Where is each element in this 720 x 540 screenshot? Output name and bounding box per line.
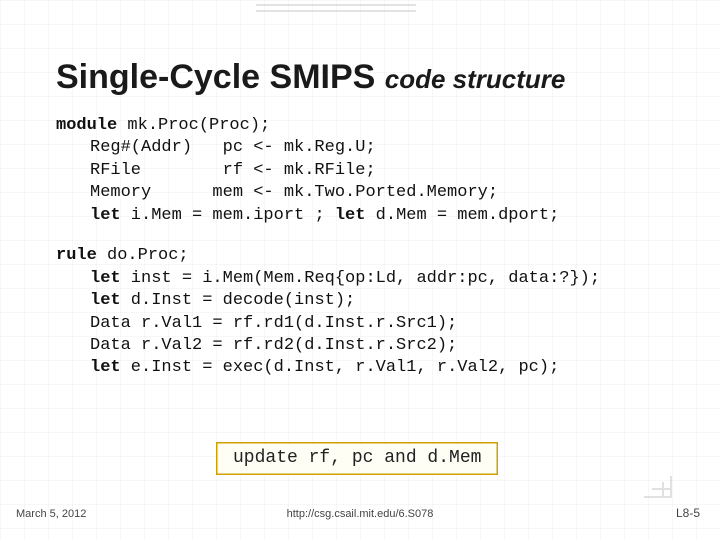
code2-l3: let d.Inst = decode(inst); <box>56 291 355 310</box>
footer-url: http://csg.csail.mit.edu/6.S078 <box>0 508 720 520</box>
code1-l5d: d.Mem = mem.dport; <box>365 206 559 225</box>
code1-l5: let i.Mem = mem.iport ; let d.Mem = mem.… <box>56 206 559 225</box>
kw-let-5: let <box>90 358 121 377</box>
code2-l2: let inst = i.Mem(Mem.Req{op:Ld, addr:pc,… <box>56 269 600 288</box>
code2-l5: Data r.Val2 = rf.rd2(d.Inst.r.Src2); <box>56 336 457 355</box>
kw-let-4: let <box>90 291 121 310</box>
title-main: Single-Cycle SMIPS <box>56 58 385 96</box>
kw-let-2: let <box>335 206 366 225</box>
code2-l2b: inst = i.Mem(Mem.Req{op:Ld, addr:pc, dat… <box>121 269 600 288</box>
annotation-box: update rf, pc and d.Mem <box>216 442 498 475</box>
code1-l1b: mk.Proc(Proc); <box>117 116 270 135</box>
corner-decoration <box>644 476 672 498</box>
code1-l3: RFile rf <- mk.RFile; <box>56 161 376 180</box>
code2-l1b: do.Proc; <box>97 246 189 265</box>
code1-l2: Reg#(Addr) pc <- mk.Reg.U; <box>56 138 376 157</box>
code1-l5b: i.Mem = mem.iport ; <box>121 206 335 225</box>
kw-let-3: let <box>90 269 121 288</box>
code2-l6: let e.Inst = exec(d.Inst, r.Val1, r.Val2… <box>56 358 559 377</box>
slide-title: Single-Cycle SMIPS code structure <box>56 58 664 97</box>
title-sub: code structure <box>385 64 566 94</box>
code1-l4: Memory mem <- mk.Two.Ported.Memory; <box>56 183 498 202</box>
code-block-1: module mk.Proc(Proc); Reg#(Addr) pc <- m… <box>56 115 664 227</box>
footer-page-number: L8-5 <box>676 506 700 520</box>
code-block-2: rule do.Proc; let inst = i.Mem(Mem.Req{o… <box>56 245 664 380</box>
code2-l6b: e.Inst = exec(d.Inst, r.Val1, r.Val2, pc… <box>121 358 560 377</box>
kw-module: module <box>56 116 117 135</box>
kw-rule: rule <box>56 246 97 265</box>
kw-let-1: let <box>90 206 121 225</box>
code2-l3b: d.Inst = decode(inst); <box>121 291 356 310</box>
code2-l4: Data r.Val1 = rf.rd1(d.Inst.r.Src1); <box>56 314 457 333</box>
slide-content: Single-Cycle SMIPS code structure module… <box>0 0 720 380</box>
